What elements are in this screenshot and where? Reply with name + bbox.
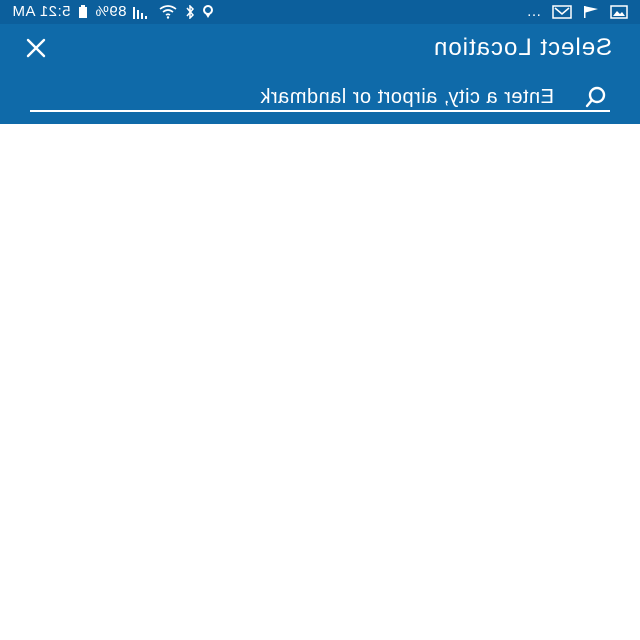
flag-icon (582, 0, 600, 24)
results-area (0, 124, 640, 640)
screen: 5:21 AM 89% … Select Location Enter a ci… (0, 0, 640, 640)
search-input[interactable] (74, 84, 554, 110)
search-icon[interactable] (582, 84, 610, 110)
gallery-icon (610, 0, 628, 24)
status-bar: 5:21 AM 89% … (0, 0, 640, 24)
mail-icon (552, 0, 572, 24)
battery-icon (78, 0, 88, 24)
bluetooth-icon (185, 0, 195, 24)
signal-icon (133, 0, 151, 24)
app-bar: Select Location Enter a city, airport or… (0, 24, 640, 124)
status-bar-right: … (527, 0, 629, 24)
location-icon (202, 0, 214, 24)
wifi-icon (158, 0, 178, 24)
time-text: 5:21 AM (12, 3, 71, 20)
battery-percent: 89% (94, 3, 127, 20)
search-bar[interactable]: Enter a city, airport or landmark (30, 84, 610, 112)
page-title: Select Location (432, 34, 612, 61)
more-icon: … (526, 3, 542, 20)
status-bar-left: 5:21 AM 89% (12, 0, 214, 24)
close-icon (26, 38, 46, 58)
close-button[interactable] (20, 32, 52, 64)
